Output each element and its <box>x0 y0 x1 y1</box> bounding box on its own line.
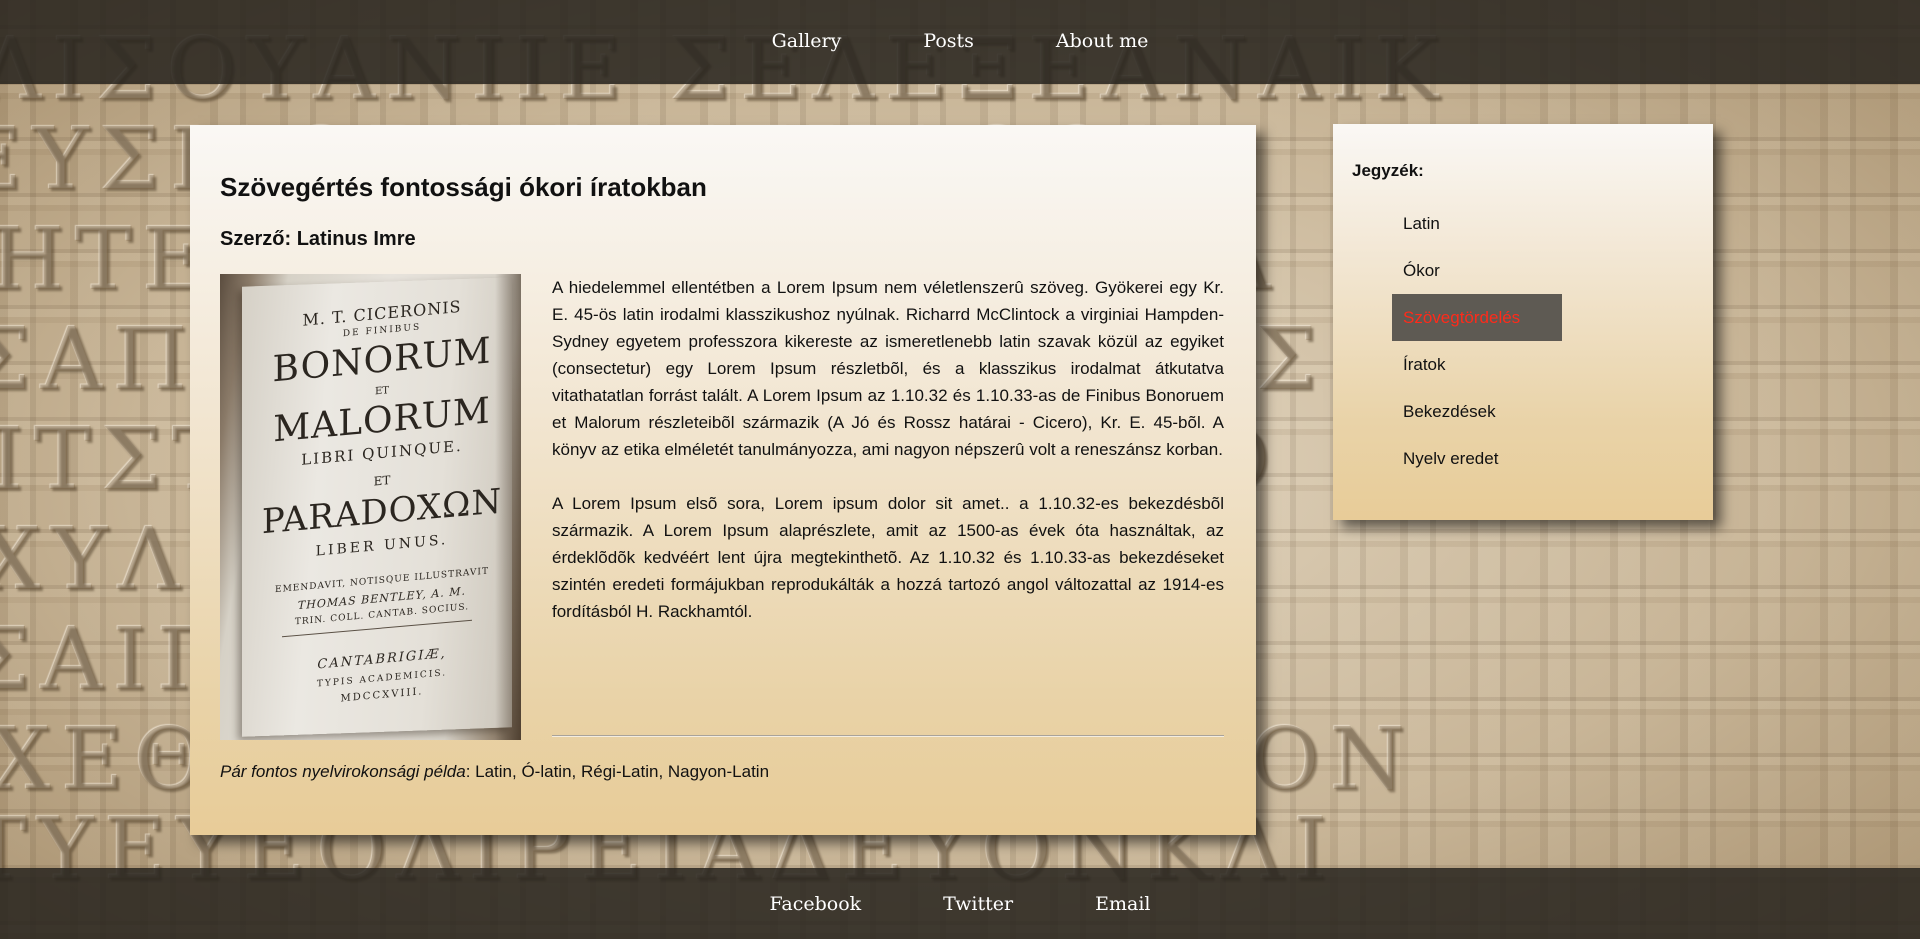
book-spine-shadow <box>495 274 521 740</box>
article-author: Szerző: Latinus Imre <box>220 228 416 251</box>
sidebar-item-bekezdesek[interactable]: Bekezdések <box>1392 388 1562 435</box>
book-page: M. T. CICERONIS DE FINIBUS BONORUM ET MA… <box>242 277 512 737</box>
nav-gallery-link[interactable]: Gallery <box>772 30 842 52</box>
sidebar-title: Jegyzék: <box>1352 161 1424 180</box>
sidebar-item-okor[interactable]: Ókor <box>1392 247 1562 294</box>
sidebar-item-nyelv-eredet[interactable]: Nyelv eredet <box>1392 435 1562 482</box>
top-navigation: Gallery Posts About me <box>0 0 1920 84</box>
footer-navigation: Facebook Twitter Email <box>0 868 1920 939</box>
article-paragraph: A hiedelemmel ellentétben a Lorem Ipsum … <box>552 278 1224 459</box>
article-card: Szövegértés fontossági ókori íratokban S… <box>190 125 1256 835</box>
footer-twitter-link[interactable]: Twitter <box>943 893 1013 915</box>
nav-posts-link[interactable]: Posts <box>923 30 974 52</box>
footnote-value: : Latin, Ó-latin, Régi-Latin, Nagyon-Lat… <box>465 762 770 781</box>
sidebar-item-iratok[interactable]: Íratok <box>1392 341 1562 388</box>
article-footnote: Pár fontos nyelvirokonsági példa: Latin,… <box>220 762 769 782</box>
nav-about-me-link[interactable]: About me <box>1056 30 1149 52</box>
article-body: A hiedelemmel ellentétben a Lorem Ipsum … <box>552 274 1224 652</box>
sidebar-item-szovegtordeles[interactable]: Szövegtördelés <box>1392 294 1562 341</box>
author-label: Szerző: <box>220 228 292 250</box>
footnote-label: Pár fontos nyelvirokonsági példa <box>220 762 466 781</box>
sidebar-item-latin[interactable]: Latin <box>1392 200 1562 247</box>
footer-email-link[interactable]: Email <box>1095 893 1150 915</box>
article-divider <box>552 735 1224 737</box>
book-cover-image: M. T. CICERONIS DE FINIBUS BONORUM ET MA… <box>220 274 521 740</box>
author-name: Latinus Imre <box>296 228 416 250</box>
sidebar-list: Latin Ókor Szövegtördelés Íratok Bekezdé… <box>1392 200 1562 482</box>
footer-facebook-link[interactable]: Facebook <box>770 893 862 915</box>
article-title: Szövegértés fontossági ókori íratokban <box>220 172 707 202</box>
article-paragraph: A Lorem Ipsum elsõ sora, Lorem ipsum dol… <box>552 494 1224 621</box>
index-sidebar: Jegyzék: Latin Ókor Szövegtördelés Írato… <box>1333 124 1713 520</box>
